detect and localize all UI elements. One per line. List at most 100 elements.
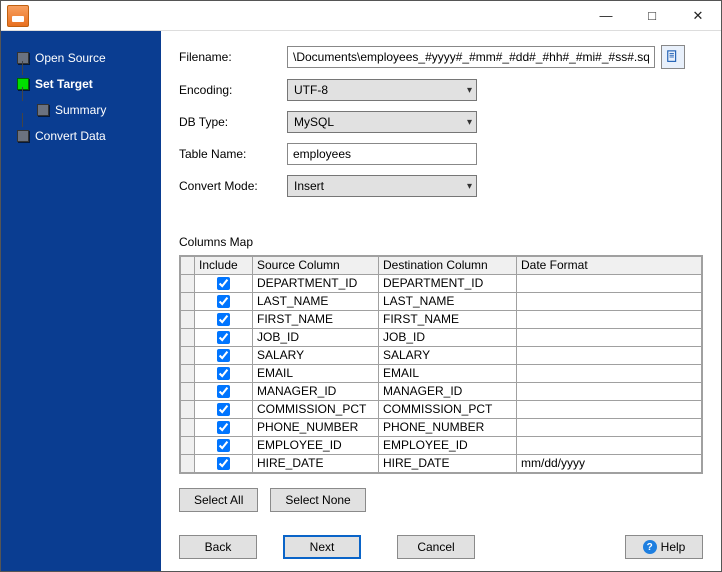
source-column-cell[interactable]: PHONE_NUMBER (253, 419, 379, 437)
table-row[interactable]: DEPARTMENT_IDDEPARTMENT_ID (181, 275, 702, 293)
app-icon (7, 5, 29, 27)
dest-column-cell[interactable]: FIRST_NAME (379, 311, 517, 329)
back-button[interactable]: Back (179, 535, 257, 559)
source-column-cell[interactable]: EMAIL (253, 365, 379, 383)
step-label: Open Source (35, 51, 106, 65)
row-header[interactable] (181, 365, 195, 383)
col-header-dest[interactable]: Destination Column (379, 257, 517, 275)
tablename-input[interactable] (287, 143, 477, 165)
date-format-cell[interactable] (517, 311, 702, 329)
row-header[interactable] (181, 383, 195, 401)
close-button[interactable]: ✕ (675, 1, 721, 30)
date-format-cell[interactable]: mm/dd/yyyy (517, 455, 702, 473)
table-row[interactable]: PHONE_NUMBERPHONE_NUMBER (181, 419, 702, 437)
cancel-button[interactable]: Cancel (397, 535, 475, 559)
date-format-cell[interactable] (517, 383, 702, 401)
encoding-select[interactable]: UTF-8 ▾ (287, 79, 477, 101)
next-button[interactable]: Next (283, 535, 361, 559)
dest-column-cell[interactable]: MANAGER_ID (379, 383, 517, 401)
row-header[interactable] (181, 293, 195, 311)
dest-column-cell[interactable]: JOB_ID (379, 329, 517, 347)
window-controls: — □ ✕ (583, 1, 721, 30)
source-column-cell[interactable]: SALARY (253, 347, 379, 365)
table-row[interactable]: HIRE_DATEHIRE_DATEmm/dd/yyyy (181, 455, 702, 473)
source-column-cell[interactable]: JOB_ID (253, 329, 379, 347)
include-checkbox[interactable] (217, 313, 230, 326)
source-column-cell[interactable]: MANAGER_ID (253, 383, 379, 401)
source-column-cell[interactable]: LAST_NAME (253, 293, 379, 311)
row-header[interactable] (181, 401, 195, 419)
include-checkbox[interactable] (217, 457, 230, 470)
table-row[interactable]: FIRST_NAMEFIRST_NAME (181, 311, 702, 329)
table-row[interactable]: SALARYSALARY (181, 347, 702, 365)
table-row[interactable]: JOB_IDJOB_ID (181, 329, 702, 347)
table-row[interactable]: MANAGER_IDMANAGER_ID (181, 383, 702, 401)
wizard-step[interactable]: Summary (1, 97, 161, 123)
include-checkbox[interactable] (217, 385, 230, 398)
include-checkbox[interactable] (217, 421, 230, 434)
wizard-step[interactable]: Open Source (1, 45, 161, 71)
col-header-datefmt[interactable]: Date Format (517, 257, 702, 275)
dest-column-cell[interactable]: EMAIL (379, 365, 517, 383)
source-column-cell[interactable]: DEPARTMENT_ID (253, 275, 379, 293)
date-format-cell[interactable] (517, 329, 702, 347)
row-header[interactable] (181, 275, 195, 293)
col-header-include[interactable]: Include (195, 257, 253, 275)
select-all-button[interactable]: Select All (179, 488, 258, 512)
maximize-button[interactable]: □ (629, 1, 675, 30)
select-none-button[interactable]: Select None (270, 488, 365, 512)
date-format-cell[interactable] (517, 365, 702, 383)
help-button[interactable]: ? Help (625, 535, 703, 559)
include-checkbox[interactable] (217, 439, 230, 452)
row-header[interactable] (181, 347, 195, 365)
include-checkbox[interactable] (217, 403, 230, 416)
col-header-source[interactable]: Source Column (253, 257, 379, 275)
dest-column-cell[interactable]: PHONE_NUMBER (379, 419, 517, 437)
include-checkbox[interactable] (217, 295, 230, 308)
row-header[interactable] (181, 311, 195, 329)
date-format-cell[interactable] (517, 401, 702, 419)
columns-map-label: Columns Map (179, 235, 703, 249)
row-header[interactable] (181, 419, 195, 437)
row-header[interactable] (181, 455, 195, 473)
table-row[interactable]: EMPLOYEE_IDEMPLOYEE_ID (181, 437, 702, 455)
dest-column-cell[interactable]: COMMISSION_PCT (379, 401, 517, 419)
row-header[interactable] (181, 437, 195, 455)
dest-column-cell[interactable]: HIRE_DATE (379, 455, 517, 473)
date-format-cell[interactable] (517, 347, 702, 365)
source-column-cell[interactable]: COMMISSION_PCT (253, 401, 379, 419)
minimize-button[interactable]: — (583, 1, 629, 30)
date-format-cell[interactable] (517, 293, 702, 311)
include-checkbox[interactable] (217, 367, 230, 380)
table-row[interactable]: COMMISSION_PCTCOMMISSION_PCT (181, 401, 702, 419)
dbtype-label: DB Type: (179, 115, 287, 129)
source-column-cell[interactable]: FIRST_NAME (253, 311, 379, 329)
date-format-cell[interactable] (517, 437, 702, 455)
dest-column-cell[interactable]: EMPLOYEE_ID (379, 437, 517, 455)
convertmode-value: Insert (294, 179, 324, 193)
date-format-cell[interactable] (517, 275, 702, 293)
dest-column-cell[interactable]: LAST_NAME (379, 293, 517, 311)
include-checkbox[interactable] (217, 349, 230, 362)
wizard-step[interactable]: Set Target (1, 71, 161, 97)
dest-column-cell[interactable]: DEPARTMENT_ID (379, 275, 517, 293)
source-column-cell[interactable]: HIRE_DATE (253, 455, 379, 473)
chevron-down-icon: ▾ (467, 181, 472, 192)
include-checkbox[interactable] (217, 331, 230, 344)
row-header[interactable] (181, 329, 195, 347)
table-row[interactable]: LAST_NAMELAST_NAME (181, 293, 702, 311)
browse-file-button[interactable] (661, 45, 685, 69)
filename-input[interactable] (287, 46, 655, 68)
include-checkbox[interactable] (217, 277, 230, 290)
source-column-cell[interactable]: EMPLOYEE_ID (253, 437, 379, 455)
wizard-step[interactable]: Convert Data (1, 123, 161, 149)
dbtype-select[interactable]: MySQL ▾ (287, 111, 477, 133)
date-format-cell[interactable] (517, 419, 702, 437)
filename-label: Filename: (179, 50, 287, 64)
columns-map-grid[interactable]: Include Source Column Destination Column… (179, 255, 703, 474)
dest-column-cell[interactable]: SALARY (379, 347, 517, 365)
grid-corner (181, 257, 195, 275)
help-icon: ? (643, 540, 657, 554)
table-row[interactable]: EMAILEMAIL (181, 365, 702, 383)
convertmode-select[interactable]: Insert ▾ (287, 175, 477, 197)
